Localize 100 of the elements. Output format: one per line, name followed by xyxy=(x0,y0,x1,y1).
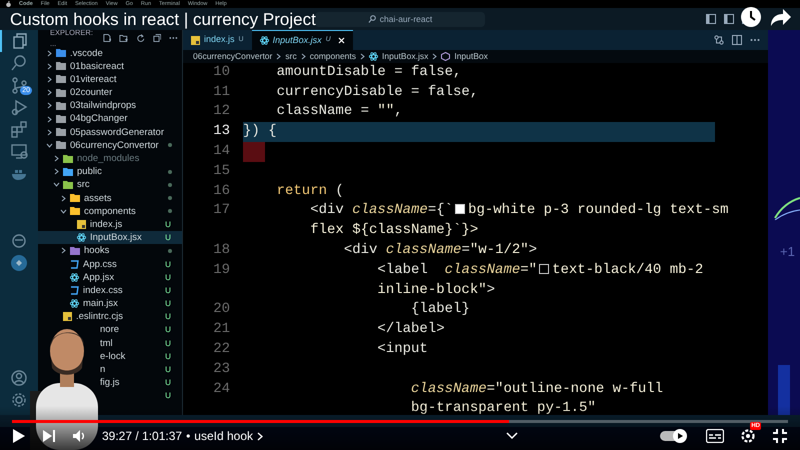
js-file-icon xyxy=(77,220,86,230)
video-title: Custom hooks in react | currency Project xyxy=(10,9,316,30)
tree-item[interactable]: 05passwordGenerator xyxy=(38,126,182,139)
run-debug-icon[interactable] xyxy=(10,98,28,116)
chart-curve-drawing xyxy=(774,196,800,220)
js-file-icon xyxy=(63,312,72,322)
chat-icon[interactable] xyxy=(10,254,28,272)
tree-item[interactable]: e-lock U xyxy=(100,350,182,363)
tree-item[interactable]: 06currencyConvertor xyxy=(38,138,182,152)
extensions-icon[interactable] xyxy=(10,120,28,138)
line-number: 18 xyxy=(212,240,230,260)
collapse-icon[interactable] xyxy=(152,33,162,43)
tree-item[interactable]: assets xyxy=(38,192,182,205)
breadcrumb-item[interactable]: 06currencyConvertor xyxy=(193,50,272,63)
chevron-icon[interactable] xyxy=(46,89,53,96)
tree-item[interactable]: main.jsx U xyxy=(38,297,182,310)
tree-item[interactable]: 02counter xyxy=(38,86,182,100)
tree-item[interactable]: 01basicreact xyxy=(38,60,182,73)
chevron-icon[interactable] xyxy=(60,247,67,254)
chevron-icon[interactable] xyxy=(53,168,60,176)
breadcrumb-item[interactable]: components xyxy=(310,50,356,63)
chevron-icon xyxy=(432,52,438,60)
tree-item[interactable]: components xyxy=(38,204,182,218)
tree-item[interactable]: .vscode xyxy=(38,46,182,60)
chevron-icon[interactable] xyxy=(46,142,53,149)
tree-item[interactable]: src xyxy=(38,178,182,192)
chart-label: +1 xyxy=(780,243,795,261)
code-line: }) { xyxy=(243,123,277,140)
react-icon xyxy=(77,233,86,242)
close-icon[interactable] xyxy=(338,37,345,44)
monitor-icon[interactable] xyxy=(10,142,28,160)
files-icon[interactable] xyxy=(11,32,29,50)
tree-item[interactable]: n U xyxy=(100,363,182,376)
css-file-icon xyxy=(70,286,79,295)
exit-fullscreen-icon[interactable] xyxy=(772,428,788,444)
time-display: 39:27 / 1:01:37 xyxy=(102,428,182,445)
react-icon xyxy=(70,299,79,308)
refresh-icon[interactable] xyxy=(136,33,145,43)
chevron-icon[interactable] xyxy=(53,181,60,188)
tree-item[interactable]: App.css U xyxy=(38,258,182,271)
tree-item[interactable]: .eslintrc.cjs U xyxy=(38,310,182,324)
tree-item[interactable]: App.jsx U xyxy=(38,270,182,284)
command-center-field[interactable]: chai-aur-react xyxy=(315,12,485,26)
line-number: 19 xyxy=(212,260,230,280)
tree-item[interactable]: InputBox.jsx U xyxy=(38,231,182,244)
chevron-icon xyxy=(360,52,366,60)
tree-item[interactable]: node_modules xyxy=(38,152,182,166)
account-icon[interactable] xyxy=(10,369,28,387)
chevron-icon[interactable] xyxy=(46,50,53,57)
chevron-down-icon[interactable] xyxy=(506,432,518,440)
code-line: return ( xyxy=(276,182,344,199)
tree-item[interactable]: 03tailwindprops xyxy=(38,99,182,112)
subtitles-icon[interactable] xyxy=(706,429,724,443)
tree-item[interactable]: hooks xyxy=(38,244,182,258)
search-icon[interactable] xyxy=(10,54,28,72)
volume-icon[interactable] xyxy=(72,429,86,443)
tree-item[interactable]: nore U xyxy=(100,323,182,337)
chevron-icon[interactable] xyxy=(46,102,53,110)
chevron-icon xyxy=(276,52,282,60)
chapter-link[interactable]: useId hook xyxy=(194,427,253,445)
source-control-icon[interactable] xyxy=(10,76,28,94)
autoplay-toggle[interactable] xyxy=(660,428,690,444)
breadcrumb-item[interactable]: InputBox.jsx xyxy=(382,50,428,63)
tree-item[interactable]: index.js U xyxy=(38,218,182,232)
settings-icon[interactable] xyxy=(740,428,756,444)
breadcrumb-item[interactable]: InputBox xyxy=(454,50,488,63)
code-line: className = "", xyxy=(276,103,403,120)
chevron-icon[interactable] xyxy=(46,62,53,70)
line-number: 12 xyxy=(212,102,230,122)
compare-changes-icon[interactable] xyxy=(714,35,724,45)
panel-layout-icon[interactable] xyxy=(724,14,734,24)
play-icon[interactable] xyxy=(12,428,26,444)
tree-item[interactable]: 01vitereact xyxy=(38,72,182,86)
sidebar-layout-icon[interactable] xyxy=(706,14,716,24)
new-file-icon[interactable] xyxy=(102,33,112,43)
chevron-icon[interactable] xyxy=(46,116,53,123)
tree-item[interactable]: index.css U xyxy=(38,284,182,298)
next-icon[interactable] xyxy=(42,429,56,443)
chevron-icon[interactable] xyxy=(60,208,67,215)
chevron-icon[interactable] xyxy=(46,128,53,136)
js-file-icon xyxy=(191,36,200,44)
share-icon[interactable] xyxy=(770,6,792,28)
chevron-icon[interactable] xyxy=(53,155,60,162)
line-number: 21 xyxy=(212,320,230,340)
split-editor-icon[interactable] xyxy=(732,35,742,45)
clock-icon[interactable] xyxy=(740,6,762,28)
tree-item[interactable]: U xyxy=(100,389,182,403)
tree-item[interactable]: 04bgChanger xyxy=(38,112,182,126)
breadcrumb-item[interactable]: src xyxy=(285,50,297,63)
line-number: 16 xyxy=(212,182,230,201)
code-line: currencyDisable = false, xyxy=(276,84,478,100)
chevron-icon[interactable] xyxy=(60,194,67,202)
tree-item[interactable]: fig.js U xyxy=(100,376,182,390)
component-icon xyxy=(441,52,450,61)
new-folder-icon[interactable] xyxy=(119,33,128,43)
chevron-icon[interactable] xyxy=(46,76,53,83)
code-line: <div className={` bg-white p-3 rounded-lg text-sm xyxy=(309,202,729,218)
tree-item[interactable]: public xyxy=(38,165,182,178)
code-line: flex ${className}`}> xyxy=(309,222,478,238)
tree-item[interactable]: tml U xyxy=(100,336,182,350)
